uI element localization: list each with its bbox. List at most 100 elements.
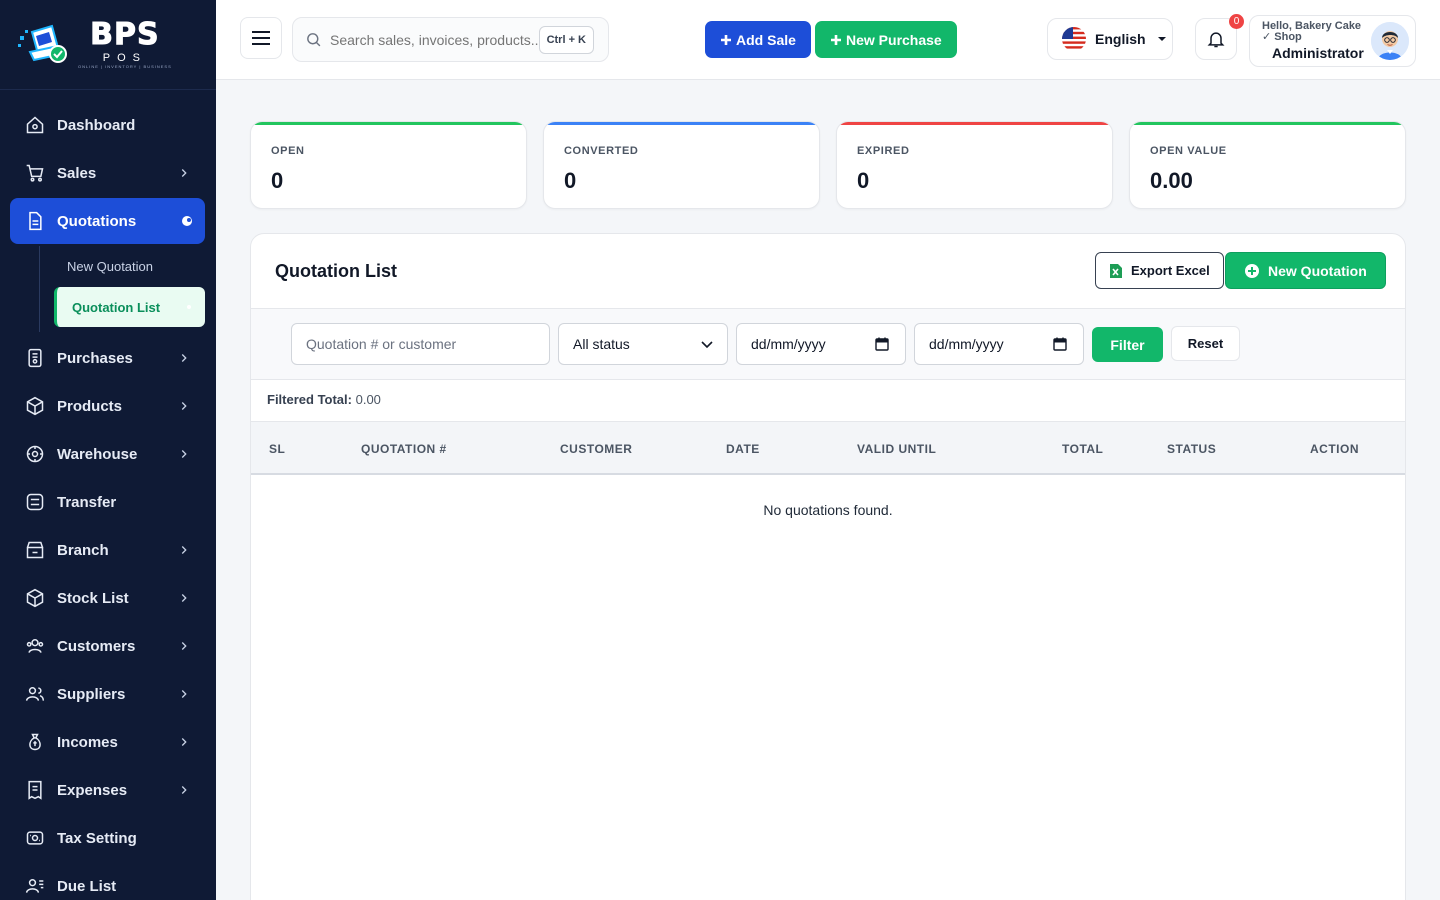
sidebar-item-suppliers[interactable]: Suppliers	[10, 671, 205, 717]
brand-name: BPS	[90, 17, 160, 52]
chevron-right-icon	[181, 642, 187, 650]
expanded-indicator-icon	[182, 216, 192, 226]
stat-label: CONVERTED	[564, 145, 639, 157]
bill-icon	[24, 779, 46, 801]
chevron-right-icon	[181, 450, 187, 458]
sidebar-item-label: Due List	[57, 877, 117, 895]
new-quotation-button[interactable]: New Quotation	[1225, 252, 1386, 289]
brand-sub: POS	[102, 52, 147, 64]
sidebar-item-label: Tax Setting	[57, 829, 137, 847]
sidebar-item-label: Products	[57, 397, 123, 415]
sidebar-item-due-list[interactable]: Due List	[10, 863, 205, 900]
sidebar-item-transfer[interactable]: Transfer	[10, 479, 205, 525]
user-menu[interactable]: Hello, Bakery Cake ✓ Shop Administrator	[1249, 15, 1416, 67]
submenu-item-quotation-list[interactable]: Quotation List	[54, 287, 205, 327]
sidebar-item-sales[interactable]: Sales	[10, 150, 205, 196]
sidebar-nav: Dashboard Sales Quotations New Quotation…	[10, 102, 205, 900]
stat-accent-bar	[544, 122, 819, 125]
date-from-input[interactable]: dd/mm/yyyy	[736, 323, 906, 365]
column-header-customer[interactable]: CUSTOMER	[560, 442, 632, 456]
new-purchase-button[interactable]: New Purchase	[815, 21, 957, 58]
caret-down-icon	[1157, 37, 1166, 41]
brand-logo[interactable]: BPS POS ONLINE | INVENTORY | BUSINESS	[0, 0, 216, 90]
chevron-down-icon	[701, 341, 713, 349]
stat-accent-bar	[1130, 122, 1405, 125]
language-selector[interactable]: English	[1047, 18, 1173, 60]
new-purchase-label: New Purchase	[846, 31, 942, 48]
receipt-icon	[24, 347, 46, 369]
chevron-right-icon	[181, 402, 187, 410]
sidebar-item-purchases[interactable]: Purchases	[10, 335, 205, 381]
sidebar-item-label: Expenses	[57, 781, 128, 799]
add-sale-button[interactable]: Add Sale	[705, 21, 811, 58]
plus-icon	[831, 34, 841, 45]
sidebar-item-label: Transfer	[57, 493, 117, 511]
submenu-item-new-quotation[interactable]: New Quotation	[38, 246, 205, 286]
plus-icon	[721, 34, 731, 45]
sidebar-item-label: Customers	[57, 637, 136, 655]
sidebar-item-label: Stock List	[57, 589, 129, 607]
column-header-action[interactable]: ACTION	[1310, 442, 1359, 456]
sidebar-item-products[interactable]: Products	[10, 383, 205, 429]
stat-accent-bar	[251, 122, 526, 125]
notifications-button[interactable]: 0	[1195, 14, 1244, 60]
column-header-status[interactable]: STATUS	[1167, 442, 1216, 456]
sidebar-item-label: Quotations	[57, 212, 137, 230]
search-icon	[307, 33, 321, 47]
sidebar-item-customers[interactable]: Customers	[10, 623, 205, 669]
store-icon	[24, 539, 46, 561]
filtered-total-label: Filtered Total:	[267, 392, 352, 407]
hamburger-icon	[252, 31, 270, 45]
cube-icon	[24, 587, 46, 609]
users-icon	[24, 635, 46, 657]
chevron-right-icon	[181, 786, 187, 794]
chevron-right-icon	[181, 169, 187, 177]
sidebar-item-dashboard[interactable]: Dashboard	[10, 102, 205, 148]
sidebar: BPS POS ONLINE | INVENTORY | BUSINESS Da…	[0, 0, 216, 900]
document-icon	[24, 210, 46, 232]
column-header-total[interactable]: TOTAL	[1062, 442, 1103, 456]
global-search[interactable]: Ctrl + K	[292, 17, 609, 62]
export-excel-label: Export Excel	[1131, 263, 1210, 278]
new-quotation-label: New Quotation	[1268, 262, 1367, 279]
user-list-icon	[24, 875, 46, 897]
filter-bar: Quotation # or customer All status dd/mm…	[251, 308, 1405, 380]
chevron-right-icon	[181, 738, 187, 746]
sidebar-item-warehouse[interactable]: Warehouse	[10, 431, 205, 477]
status-select[interactable]: All status	[558, 323, 728, 365]
quotations-submenu: New Quotation Quotation List	[10, 246, 205, 332]
sidebar-item-quotations[interactable]: Quotations	[10, 198, 205, 244]
column-header-sl[interactable]: SL	[269, 442, 285, 456]
filter-button[interactable]: Filter	[1092, 327, 1163, 362]
sidebar-item-expenses[interactable]: Expenses	[10, 767, 205, 813]
table-header: SL QUOTATION # CUSTOMER DATE VALID UNTIL…	[251, 421, 1405, 475]
page-title: Quotation List	[275, 261, 397, 281]
stat-card-expired: EXPIRED 0	[836, 121, 1113, 209]
calendar-icon[interactable]	[1053, 337, 1067, 351]
sidebar-item-tax-setting[interactable]: Tax Setting	[10, 815, 205, 861]
sidebar-item-label: Suppliers	[57, 685, 126, 703]
quotation-search-input[interactable]: Quotation # or customer	[291, 323, 550, 365]
sidebar-item-branch[interactable]: Branch	[10, 527, 205, 573]
sidebar-item-label: Purchases	[57, 349, 133, 367]
export-excel-button[interactable]: Export Excel	[1095, 252, 1224, 289]
reset-button[interactable]: Reset	[1171, 326, 1240, 361]
search-input[interactable]	[330, 31, 538, 48]
sidebar-item-incomes[interactable]: Incomes	[10, 719, 205, 765]
column-header-quotation-number[interactable]: QUOTATION #	[361, 442, 447, 456]
sidebar-item-label: Branch	[57, 541, 109, 559]
calendar-icon[interactable]	[875, 337, 889, 351]
sidebar-item-stock-list[interactable]: Stock List	[10, 575, 205, 621]
stat-value: 0	[271, 168, 284, 193]
excel-file-icon	[1110, 263, 1122, 278]
sidebar-item-label: Sales	[57, 164, 97, 182]
filtered-total: Filtered Total: 0.00	[267, 392, 381, 407]
us-flag-icon	[1062, 27, 1086, 51]
brand-tagline: ONLINE | INVENTORY | BUSINESS	[78, 64, 172, 69]
date-to-input[interactable]: dd/mm/yyyy	[914, 323, 1084, 365]
user-role: Administrator	[1272, 45, 1364, 61]
stat-card-converted: CONVERTED 0	[543, 121, 820, 209]
column-header-date[interactable]: DATE	[726, 442, 760, 456]
column-header-valid-until[interactable]: VALID UNTIL	[857, 442, 936, 456]
menu-toggle-button[interactable]	[240, 17, 282, 59]
